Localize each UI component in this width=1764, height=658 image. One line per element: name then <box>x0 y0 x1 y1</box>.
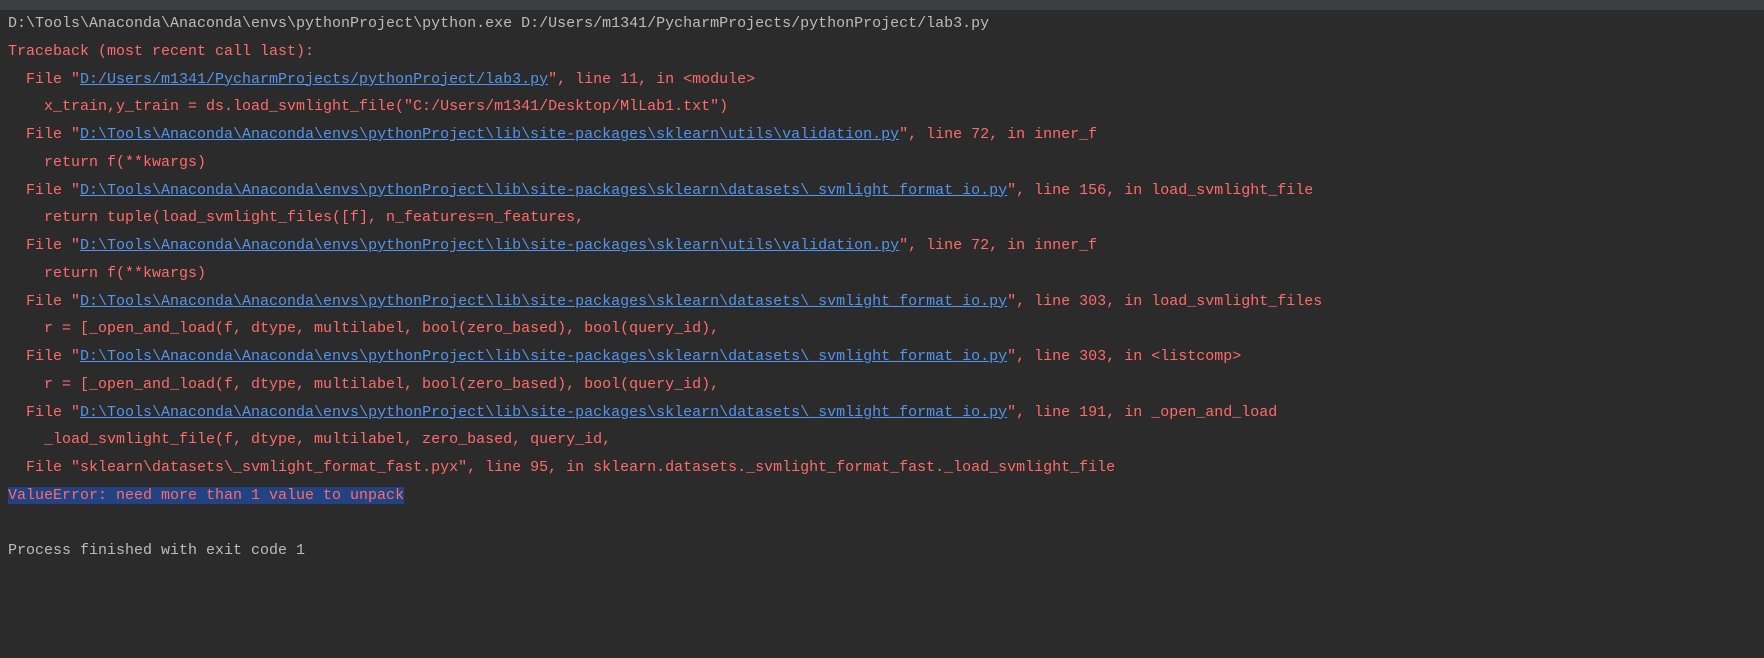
stack-frame: File "D:\Tools\Anaconda\Anaconda\envs\py… <box>8 399 1756 427</box>
file-label: File " <box>26 71 80 88</box>
stack-frame-plain: File "sklearn\datasets\_svmlight_format_… <box>8 454 1756 482</box>
file-path-link[interactable]: D:\Tools\Anaconda\Anaconda\envs\pythonPr… <box>80 237 899 254</box>
error-message-line: ValueError: need more than 1 value to un… <box>8 482 1756 510</box>
error-message[interactable]: ValueError: need more than 1 value to un… <box>8 487 404 504</box>
file-path-link[interactable]: D:\Tools\Anaconda\Anaconda\envs\pythonPr… <box>80 182 1007 199</box>
file-label: File " <box>26 348 80 365</box>
stack-frame: File "D:\Tools\Anaconda\Anaconda\envs\py… <box>8 121 1756 149</box>
file-label: File " <box>26 237 80 254</box>
file-path-link[interactable]: D:/Users/m1341/PycharmProjects/pythonPro… <box>80 71 548 88</box>
code-context: r = [_open_and_load(f, dtype, multilabel… <box>8 371 1756 399</box>
top-bar <box>0 0 1764 10</box>
file-path-link[interactable]: D:\Tools\Anaconda\Anaconda\envs\pythonPr… <box>80 404 1007 421</box>
line-info: ", line 191, in _open_and_load <box>1007 404 1277 421</box>
file-label: File " <box>26 126 80 143</box>
stack-frame: File "D:/Users/m1341/PycharmProjects/pyt… <box>8 66 1756 94</box>
line-info: ", line 11, in <module> <box>548 71 755 88</box>
file-label: File " <box>26 293 80 310</box>
file-label: File " <box>26 404 80 421</box>
exit-message: Process finished with exit code 1 <box>8 537 1756 565</box>
code-context: return tuple(load_svmlight_files([f], n_… <box>8 204 1756 232</box>
traceback-header: Traceback (most recent call last): <box>8 38 1756 66</box>
line-info: ", line 303, in load_svmlight_files <box>1007 293 1322 310</box>
file-path-link[interactable]: D:\Tools\Anaconda\Anaconda\envs\pythonPr… <box>80 348 1007 365</box>
code-context: return f(**kwargs) <box>8 260 1756 288</box>
line-info: ", line 72, in inner_f <box>899 126 1097 143</box>
code-context: x_train,y_train = ds.load_svmlight_file(… <box>8 93 1756 121</box>
line-info: ", line 156, in load_svmlight_file <box>1007 182 1313 199</box>
run-command: D:\Tools\Anaconda\Anaconda\envs\pythonPr… <box>8 10 1756 38</box>
code-context: return f(**kwargs) <box>8 149 1756 177</box>
console-output: D:\Tools\Anaconda\Anaconda\envs\pythonPr… <box>8 6 1756 565</box>
line-info: ", line 72, in inner_f <box>899 237 1097 254</box>
file-path-link[interactable]: D:\Tools\Anaconda\Anaconda\envs\pythonPr… <box>80 293 1007 310</box>
code-context: r = [_open_and_load(f, dtype, multilabel… <box>8 315 1756 343</box>
stack-frame: File "D:\Tools\Anaconda\Anaconda\envs\py… <box>8 343 1756 371</box>
code-context: _load_svmlight_file(f, dtype, multilabel… <box>8 426 1756 454</box>
file-label: File " <box>26 182 80 199</box>
stack-frame: File "D:\Tools\Anaconda\Anaconda\envs\py… <box>8 288 1756 316</box>
file-path-link[interactable]: D:\Tools\Anaconda\Anaconda\envs\pythonPr… <box>80 126 899 143</box>
stack-frame: File "D:\Tools\Anaconda\Anaconda\envs\py… <box>8 177 1756 205</box>
line-info: ", line 303, in <listcomp> <box>1007 348 1241 365</box>
blank-line <box>8 510 1756 538</box>
stack-frame: File "D:\Tools\Anaconda\Anaconda\envs\py… <box>8 232 1756 260</box>
